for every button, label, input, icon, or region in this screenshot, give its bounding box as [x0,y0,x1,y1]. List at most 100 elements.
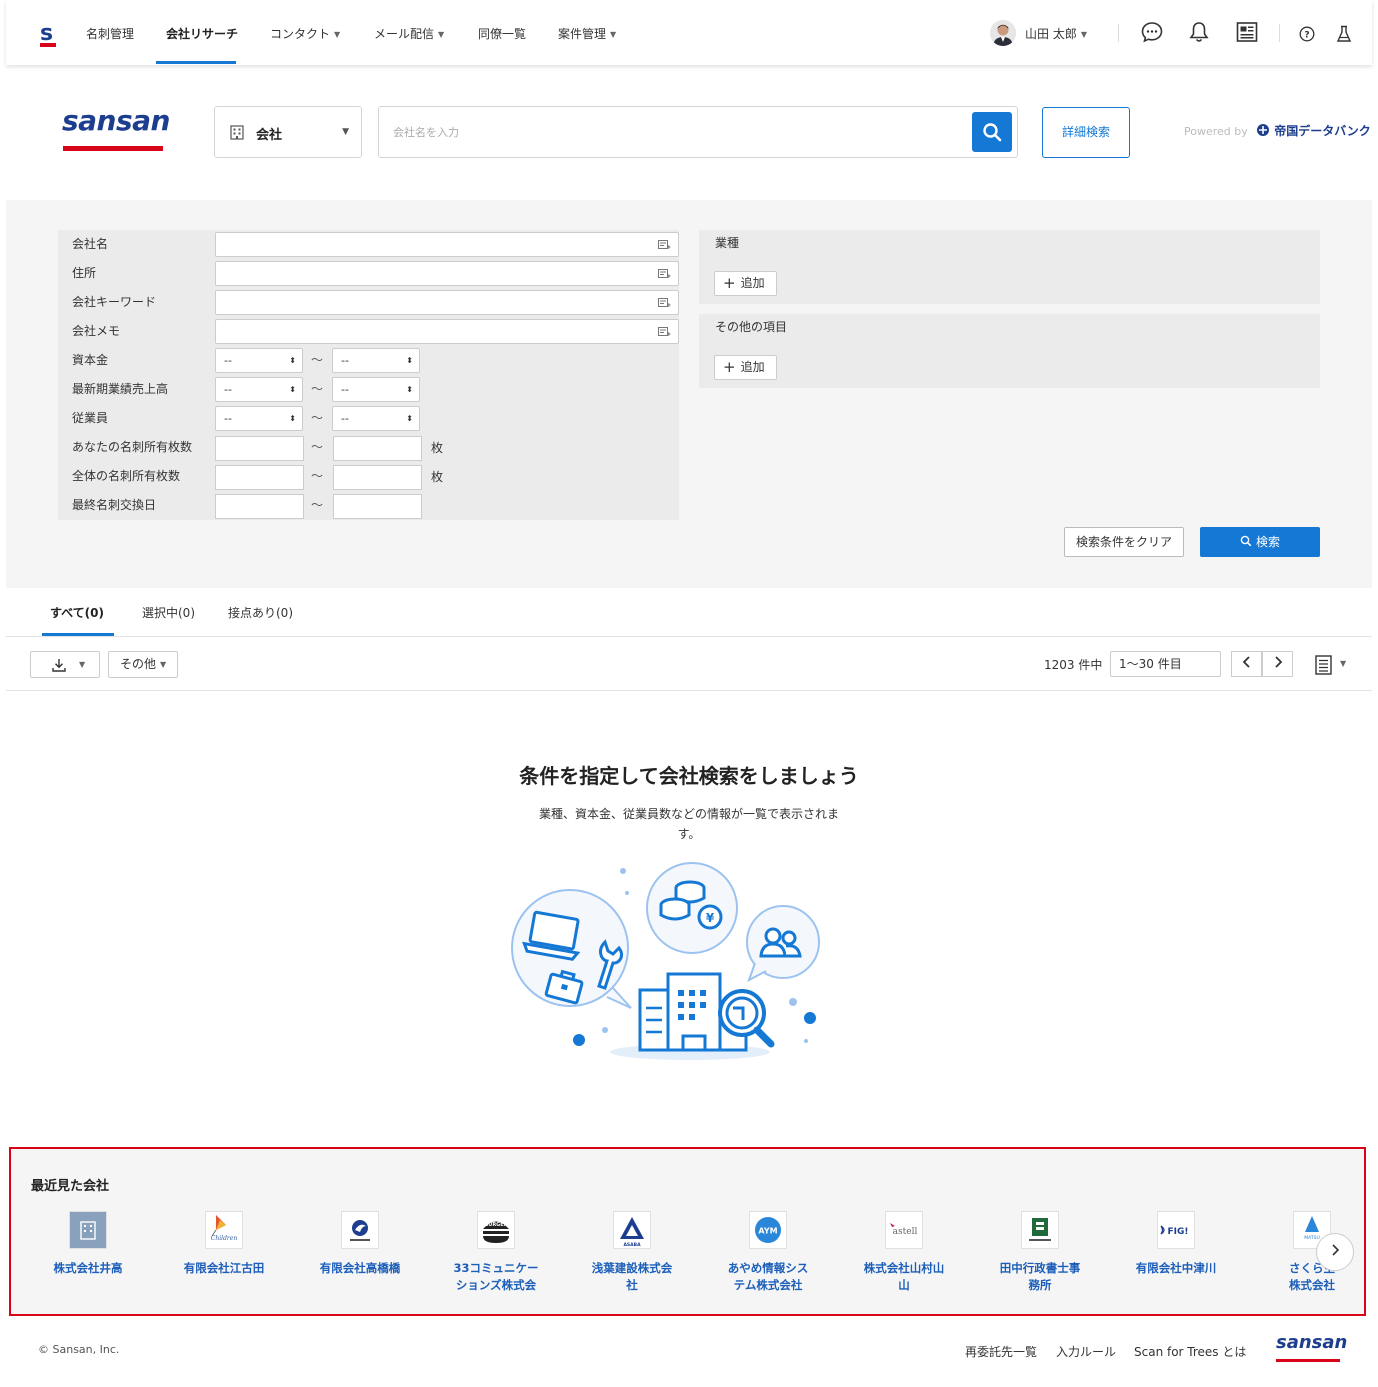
all-cards-to-input[interactable] [333,465,422,490]
footer-link-input-rules[interactable]: 入力ルール [1056,1343,1116,1360]
company-logo: AYM [749,1211,787,1249]
capital-from-select[interactable]: -- ⬍ [215,348,303,373]
svg-text:Children: Children [211,1235,238,1242]
list-add-icon[interactable] [658,269,671,279]
list-add-icon[interactable] [658,298,671,308]
company-search-input[interactable] [393,121,963,143]
footer-link-subcontractors[interactable]: 再委託先一覧 [965,1343,1037,1360]
condition-row-employees: 従業員 -- ⬍ 〜 -- ⬍ [58,404,679,433]
nav-item-deals[interactable]: 案件管理 ▼ [558,25,616,42]
recent-company-item[interactable]: ASABA 浅葉建設株式会社 [577,1211,687,1294]
employees-to-select[interactable]: -- ⬍ [332,406,420,431]
last-exchange-to-input[interactable] [333,494,422,519]
download-button[interactable]: ▼ [30,651,100,678]
condition-label: あなたの名刺所有枚数 [58,433,215,462]
my-cards-from-input[interactable] [215,436,304,461]
nav-active-underline [156,61,236,64]
unit-label: 枚 [431,441,444,455]
svg-text:AYM: AYM [758,1227,777,1236]
range-separator: 〜 [311,353,324,367]
tab-all[interactable]: すべて(0) [50,604,104,621]
search-type-select[interactable]: 会社 ▼ [214,106,362,158]
sales-from-select[interactable]: -- ⬍ [215,377,303,402]
help-icon[interactable]: ? [1299,26,1315,42]
clear-conditions-button[interactable]: 検索条件をクリア [1064,527,1184,557]
condition-label: 最終名刺交換日 [58,491,215,520]
caret-down-icon: ▼ [342,127,349,137]
condition-label: 全体の名刺所有枚数 [58,462,215,491]
search-icon [983,123,1002,142]
recent-company-item[interactable]: AYM あやめ情報シス テム株式会社 [713,1211,823,1294]
last-exchange-from-input[interactable] [215,494,304,519]
nav-item-mail[interactable]: メール配信 ▼ [374,25,444,42]
svg-text:BURGER: BURGER [484,1222,507,1228]
recent-company-item[interactable]: 有限会社高橋橋 [305,1211,415,1277]
condition-label: 資本金 [58,346,215,375]
recent-company-item[interactable]: BURGER 33コミュニケー ションズ株式会 [441,1211,551,1294]
keyword-field[interactable] [215,290,679,315]
caret-down-icon[interactable]: ▼ [1340,659,1346,668]
footer-sansan-logo[interactable]: sansan [1276,1332,1347,1353]
memo-field[interactable] [215,319,679,344]
footer-link-scan-for-trees[interactable]: Scan for Trees とは [1134,1343,1246,1360]
avatar[interactable] [990,20,1016,46]
tab-selected[interactable]: 選択中(0) [142,604,195,621]
recent-company-item[interactable]: 田中行政書士事 務所 [985,1211,1095,1294]
condition-label: 会社名 [58,230,215,259]
all-cards-from-input[interactable] [215,465,304,490]
recent-company-item[interactable]: astell 株式会社山村山山 [849,1211,959,1294]
next-page-button[interactable] [1262,651,1293,677]
company-logo: astell [885,1211,923,1249]
execute-search-button[interactable]: 検索 [1200,527,1320,557]
other-actions-button[interactable]: その他 ▼ [108,651,178,678]
footer-logo-bar [1276,1359,1340,1362]
add-industry-button[interactable]: + 追加 [714,271,777,296]
prev-page-button[interactable] [1231,651,1262,677]
condition-label: 従業員 [58,404,215,433]
recent-company-item[interactable]: 株式会社井高 [33,1211,143,1277]
recent-company-item[interactable]: Children 有限会社江古田 [169,1211,279,1277]
tab-with-contact[interactable]: 接点あり(0) [228,604,293,621]
astell-logo-icon: astell [890,1223,917,1237]
company-logo-placeholder [69,1211,107,1249]
nav-item-contact[interactable]: コンタクト ▼ [270,25,340,42]
company-logo: Children [205,1211,243,1249]
employees-from-select[interactable]: -- ⬍ [215,406,303,431]
svg-text:?: ? [1304,31,1309,41]
my-cards-to-input[interactable] [333,436,422,461]
flask-icon[interactable] [1336,25,1352,43]
nav-item-colleagues[interactable]: 同僚一覧 [478,25,526,42]
add-other-item-button[interactable]: + 追加 [714,355,777,380]
condition-label: 住所 [58,259,215,288]
sansan-s-logo[interactable]: s [38,20,60,48]
address-field[interactable] [215,261,679,286]
recent-companies-title: 最近見た会社 [31,1179,110,1194]
figs-logo-icon: FIG! [1160,1225,1189,1237]
caret-down-icon: ▼ [438,30,445,39]
svg-text:s: s [40,21,53,46]
search-button[interactable] [972,112,1012,152]
capital-to-select[interactable]: -- ⬍ [332,348,420,373]
updown-icon: ⬍ [289,414,296,423]
triangle-logo-icon: ASABA [620,1217,644,1248]
sales-to-select[interactable]: -- ⬍ [332,377,420,402]
company-name-field[interactable] [215,232,679,257]
list-add-icon[interactable] [658,327,671,337]
advanced-search-button[interactable]: 詳細検索 [1042,107,1130,158]
page-range-select[interactable]: 1〜30 件目 [1110,651,1221,677]
condition-row-all-cards: 全体の名刺所有枚数 〜 枚 [58,462,679,491]
recent-next-button[interactable] [1316,1233,1354,1271]
user-menu[interactable]: 山田 太郎 ▼ [1025,25,1087,42]
nav-item-cards[interactable]: 名刺管理 [86,25,134,42]
chat-icon[interactable] [1140,20,1164,44]
condition-row-last-exchange: 最終名刺交換日 〜 [58,491,679,520]
company-search-box[interactable] [378,106,1018,158]
company-search-illustration: ¥ [511,862,820,1060]
nav-item-company-research[interactable]: 会社リサーチ [166,25,238,42]
bell-icon[interactable] [1187,20,1211,44]
list-view-icon[interactable] [1315,655,1333,675]
news-icon[interactable] [1235,20,1259,44]
list-add-icon[interactable] [658,240,671,250]
recent-company-item[interactable]: FIG! 有限会社中津川 [1121,1211,1231,1277]
sansan-logo[interactable]: sansan [62,104,171,137]
